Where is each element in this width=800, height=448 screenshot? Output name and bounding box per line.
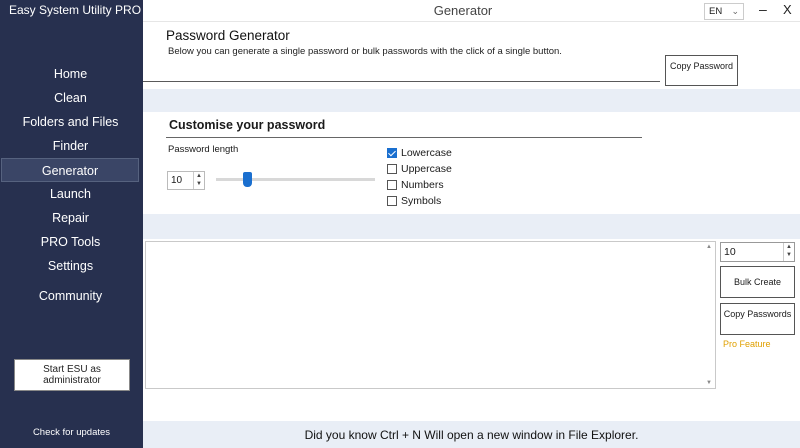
copy-passwords-button[interactable]: Copy Passwords <box>720 303 795 335</box>
app-title: Easy System Utility PRO <box>9 3 142 17</box>
sidebar-item-launch[interactable]: Launch <box>0 182 141 206</box>
password-length-label: Password length <box>168 144 239 155</box>
close-button[interactable]: X <box>783 2 792 17</box>
bulk-create-button[interactable]: Bulk Create <box>720 266 795 298</box>
uppercase-label: Uppercase <box>401 163 452 175</box>
stepper-arrows-icon[interactable]: ▲ ▼ <box>193 172 204 189</box>
single-password-field[interactable] <box>143 63 660 82</box>
lowercase-label: Lowercase <box>401 147 452 159</box>
language-value: EN <box>709 6 723 17</box>
checkbox-unchecked-icon <box>387 164 397 174</box>
character-options: Lowercase Uppercase Numbers Symbols <box>387 145 452 209</box>
sidebar-nav: Home Clean Folders and Files Finder Gene… <box>0 62 143 308</box>
title-bar: Generator EN ⌄ – X <box>143 0 800 22</box>
pro-feature-badge: Pro Feature <box>723 339 771 349</box>
copy-password-button[interactable]: Copy Password <box>665 55 738 86</box>
sidebar-item-finder[interactable]: Finder <box>0 134 141 158</box>
sidebar-item-generator[interactable]: Generator <box>1 158 139 182</box>
sidebar-item-home[interactable]: Home <box>0 62 141 86</box>
sidebar: Easy System Utility PRO Home Clean Folde… <box>0 0 143 448</box>
lowercase-checkbox[interactable]: Lowercase <box>387 145 452 161</box>
checkbox-unchecked-icon <box>387 196 397 206</box>
bulk-count-value: 10 <box>724 246 736 258</box>
sidebar-item-folders-and-files[interactable]: Folders and Files <box>0 110 141 134</box>
symbols-label: Symbols <box>401 195 442 207</box>
customise-underline <box>166 137 642 138</box>
bulk-passwords-textarea[interactable]: ▲ ▼ <box>145 241 716 389</box>
minimize-button[interactable]: – <box>759 1 767 17</box>
sidebar-item-settings[interactable]: Settings <box>0 254 141 278</box>
chevron-down-icon: ⌄ <box>731 6 739 16</box>
page-title: Password Generator <box>166 28 290 43</box>
check-for-updates-link[interactable]: Check for updates <box>0 427 143 438</box>
sidebar-item-repair[interactable]: Repair <box>0 206 141 230</box>
scroll-down-icon[interactable]: ▼ <box>706 380 712 386</box>
checkbox-checked-icon <box>387 148 397 158</box>
password-length-stepper[interactable]: 10 ▲ ▼ <box>167 171 205 190</box>
start-as-admin-button[interactable]: Start ESU as administrator <box>14 359 130 391</box>
symbols-checkbox[interactable]: Symbols <box>387 193 452 209</box>
password-length-value: 10 <box>171 175 183 186</box>
checkbox-unchecked-icon <box>387 180 397 190</box>
tip-text: Did you know Ctrl + N Will open a new wi… <box>304 428 639 442</box>
numbers-checkbox[interactable]: Numbers <box>387 177 452 193</box>
password-length-slider-thumb[interactable] <box>243 172 252 187</box>
scrollbar[interactable]: ▲ ▼ <box>703 242 715 388</box>
password-length-slider-track[interactable] <box>216 178 375 181</box>
language-select[interactable]: EN ⌄ <box>704 3 744 20</box>
page-description: Below you can generate a single password… <box>168 46 562 57</box>
bulk-count-stepper[interactable]: 10 ▲ ▼ <box>720 242 795 262</box>
customise-title: Customise your password <box>169 118 326 132</box>
section-divider <box>143 214 800 239</box>
uppercase-checkbox[interactable]: Uppercase <box>387 161 452 177</box>
section-divider <box>143 89 800 112</box>
tip-bar: Did you know Ctrl + N Will open a new wi… <box>143 421 800 448</box>
sidebar-item-clean[interactable]: Clean <box>0 86 141 110</box>
window-title: Generator <box>433 3 493 18</box>
sidebar-item-pro-tools[interactable]: PRO Tools <box>0 230 141 254</box>
sidebar-item-community[interactable]: Community <box>0 284 141 308</box>
numbers-label: Numbers <box>401 179 444 191</box>
scroll-up-icon[interactable]: ▲ <box>706 244 712 250</box>
stepper-arrows-icon[interactable]: ▲ ▼ <box>783 243 794 261</box>
